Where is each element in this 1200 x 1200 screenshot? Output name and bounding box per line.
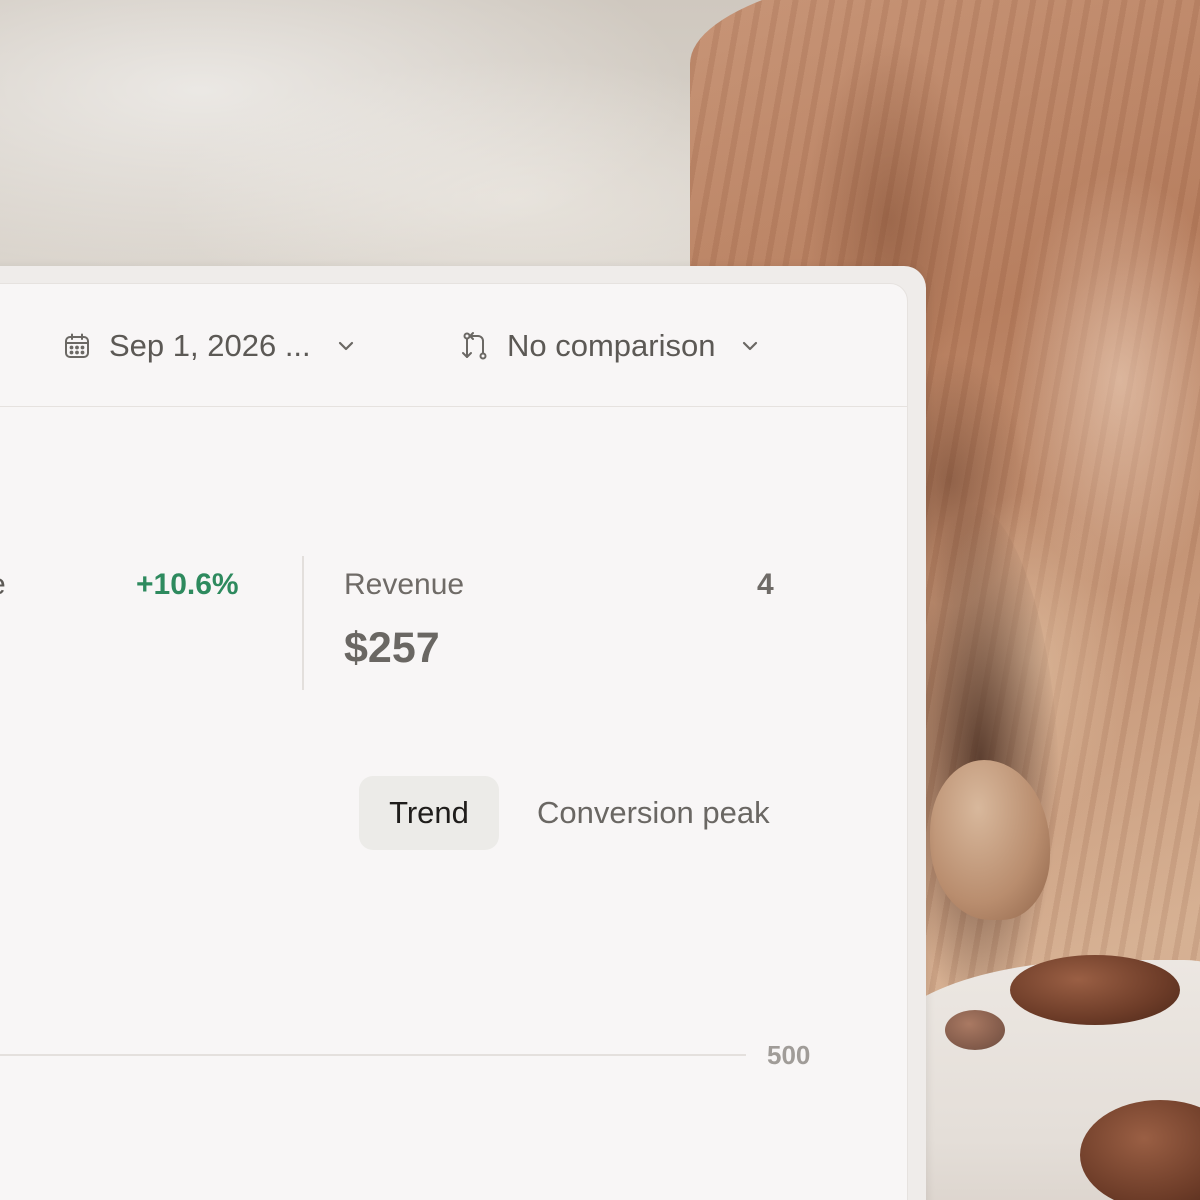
calendar-icon: [65, 333, 89, 358]
revenue-aside-value: 4: [757, 568, 774, 601]
revenue-value: $257: [344, 624, 440, 672]
toolbar: Sep 1, 2026 ... No comparison: [0, 284, 907, 407]
metric-label: e: [0, 568, 6, 602]
chevron-down-icon: [743, 341, 758, 351]
analytics-card: Sep 1, 2026 ... No comparison e +10.6% R…: [0, 283, 908, 1200]
comparison-label: No comparison: [507, 328, 716, 363]
date-range-picker[interactable]: Sep 1, 2026 ...: [63, 324, 357, 368]
date-range-label: Sep 1, 2026 ...: [109, 328, 311, 363]
compare-arrows-icon: [462, 332, 487, 360]
metric-delta: +10.6%: [136, 568, 239, 601]
rock: [945, 1010, 1005, 1050]
comparison-picker[interactable]: No comparison: [461, 324, 761, 368]
metric-divider: [302, 556, 304, 690]
chart-gridline: [0, 1054, 746, 1056]
rock: [1010, 955, 1180, 1025]
y-axis-tick-label: 500: [767, 1040, 811, 1070]
chevron-down-icon: [338, 341, 353, 351]
revenue-label: Revenue: [344, 568, 465, 601]
tab-conversion-peak[interactable]: Conversion peak: [537, 776, 770, 850]
tab-trend[interactable]: Trend: [359, 776, 499, 850]
